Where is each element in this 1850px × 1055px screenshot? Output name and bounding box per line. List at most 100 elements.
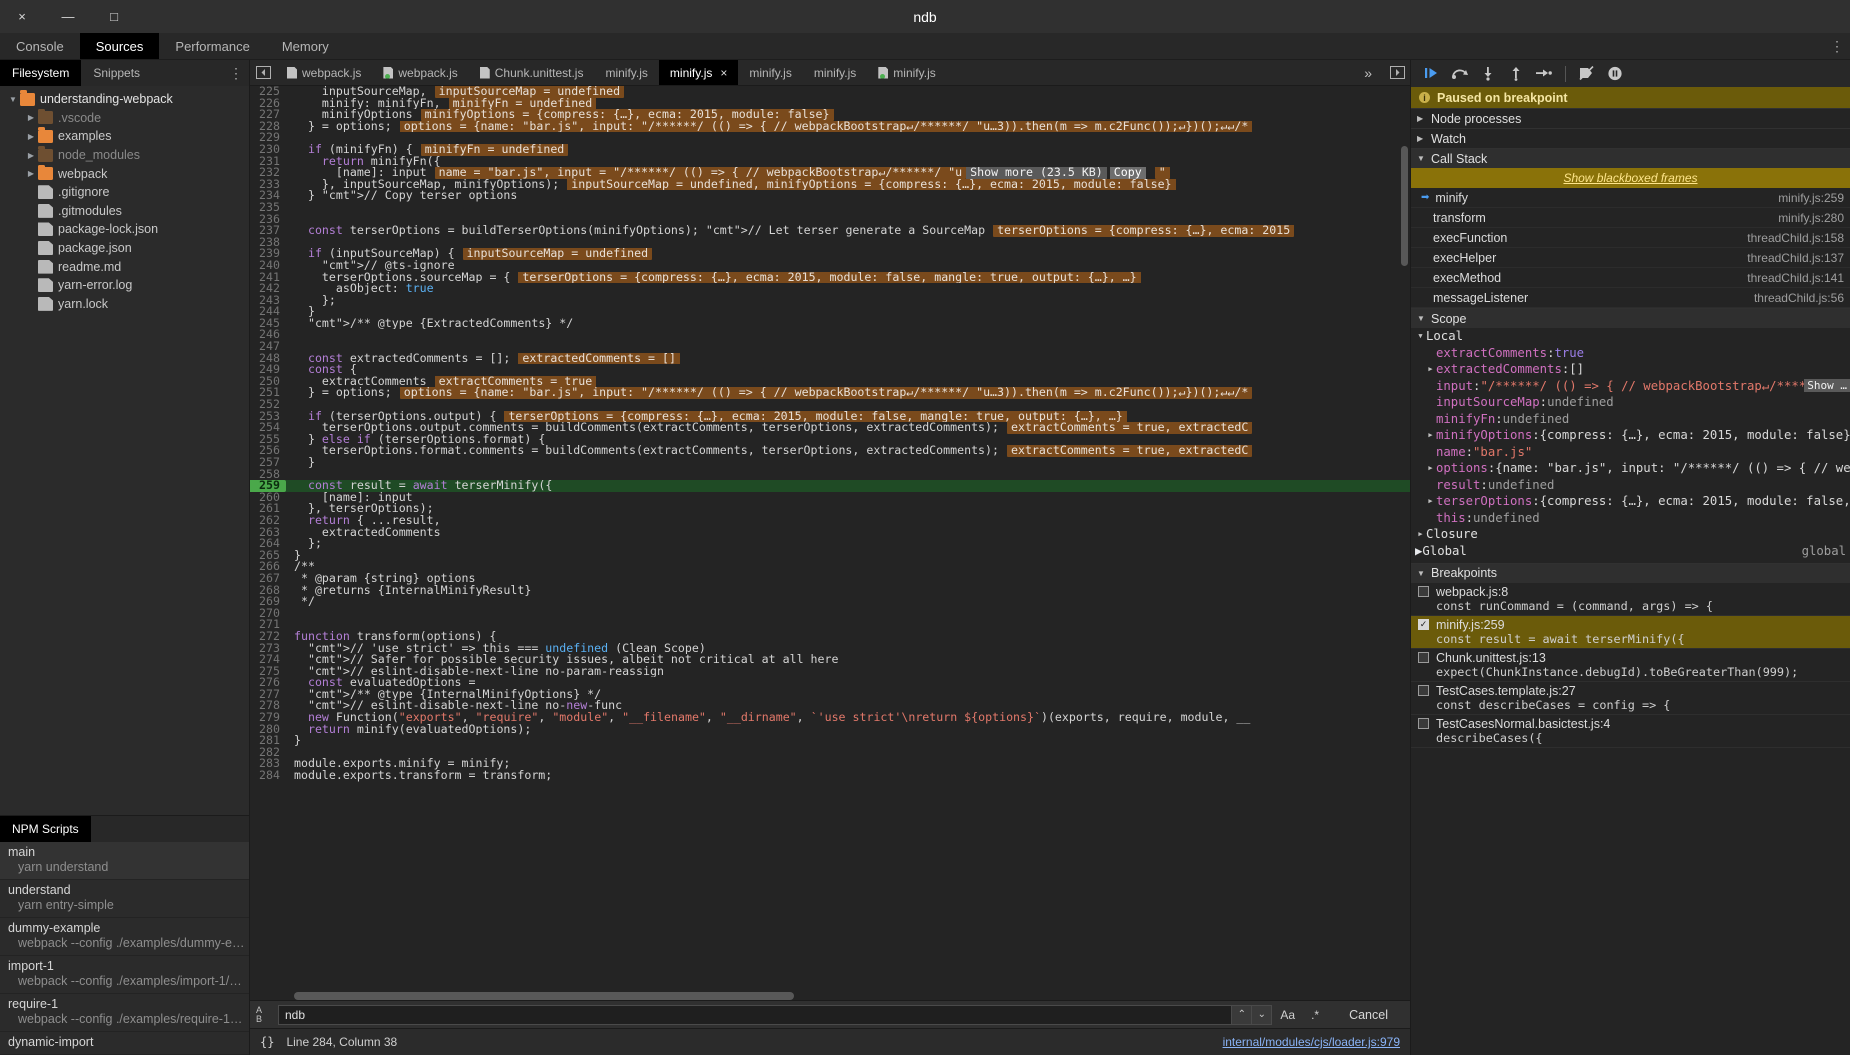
scope-variable-row[interactable]: inputSourceMap: undefined (1411, 394, 1850, 411)
source-tab[interactable]: minify.js (594, 60, 658, 85)
source-tab[interactable]: webpack.js (372, 60, 468, 85)
code-line[interactable]: 277 "cmt">/** @type {InternalMinifyOptio… (250, 689, 1410, 701)
scope-variable-row[interactable]: extractComments: true (1411, 345, 1850, 362)
file-tree-row[interactable]: yarn-error.log (0, 276, 249, 295)
code-line[interactable]: 280 return minify(evaluatedOptions); (250, 724, 1410, 736)
file-tree-row[interactable]: ▶node_modules (0, 146, 249, 165)
source-tab[interactable]: minify.js× (659, 60, 738, 85)
code-line[interactable]: 266/** (250, 561, 1410, 573)
scope-variable-row[interactable]: ▶extractedComments: [] (1411, 361, 1850, 378)
code-line[interactable]: 282 (250, 747, 1410, 759)
file-tree-row[interactable]: package-lock.json (0, 220, 249, 239)
breakpoint-item[interactable]: Chunk.unittest.js:13expect(ChunkInstance… (1411, 649, 1850, 682)
chevron-right-icon[interactable]: ▶ (1425, 497, 1436, 505)
code-line[interactable]: 283module.exports.minify = minify; (250, 758, 1410, 770)
step-out-button[interactable] (1503, 63, 1529, 85)
breakpoint-checkbox[interactable] (1418, 619, 1429, 630)
chevron-right-icon[interactable]: ▶ (24, 113, 38, 122)
code-view[interactable]: 225 inputSourceMap,inputSourceMap = unde… (250, 86, 1410, 1000)
code-line[interactable]: 271 (250, 619, 1410, 631)
minimize-icon[interactable]: — (58, 7, 78, 27)
editor-vertical-scrollbar[interactable] (1401, 146, 1408, 266)
scope-group-local[interactable]: ▼ Local (1411, 328, 1850, 345)
code-line[interactable]: 229 (250, 132, 1410, 144)
source-tabs-overflow-icon[interactable]: » (1352, 60, 1384, 85)
scope-variable-row[interactable]: minifyFn: undefined (1411, 411, 1850, 428)
npm-script-item[interactable]: import-1webpack --config ./examples/impo… (0, 956, 249, 994)
chevron-right-icon[interactable]: ▶ (1425, 365, 1436, 373)
breakpoint-checkbox[interactable] (1418, 718, 1429, 729)
copy-button[interactable]: Copy (1110, 167, 1146, 179)
code-line[interactable]: 250 extractCommentsextractComments = tru… (250, 376, 1410, 388)
call-stack-frame[interactable]: execMethodthreadChild.js:141 (1411, 268, 1850, 288)
code-line[interactable]: 278 "cmt">// eslint-disable-next-line no… (250, 700, 1410, 712)
file-tree-row[interactable]: readme.md (0, 257, 249, 276)
navigator-kebab-menu-icon[interactable]: ⋮ (223, 60, 249, 86)
search-prev-icon[interactable]: ⌃ (1232, 1005, 1252, 1025)
code-line[interactable]: 276 const evaluatedOptions = (250, 677, 1410, 689)
section-watch[interactable]: ▶ Watch (1411, 128, 1850, 148)
scope-group-global[interactable]: ▶ Global global (1411, 543, 1850, 560)
toggle-debugger-icon[interactable] (1384, 60, 1410, 85)
show-blackboxed-frames-bar[interactable]: Show blackboxed frames (1411, 168, 1850, 188)
call-stack-frame[interactable]: transformminify.js:280 (1411, 208, 1850, 228)
code-line[interactable]: 242 asObject: true (250, 283, 1410, 295)
code-line[interactable]: 244 } (250, 306, 1410, 318)
source-tab[interactable]: minify.js (738, 60, 802, 85)
code-line[interactable]: 273 "cmt">// 'use strict' => this === un… (250, 643, 1410, 655)
code-line[interactable]: 225 inputSourceMap,inputSourceMap = unde… (250, 86, 1410, 98)
code-line[interactable]: 230 if (minifyFn) {minifyFn = undefined (250, 144, 1410, 156)
source-tab[interactable]: webpack.js (276, 60, 372, 85)
tab-memory[interactable]: Memory (266, 33, 345, 59)
npm-script-item[interactable]: understandyarn entry-simple (0, 880, 249, 918)
code-line[interactable]: 235 (250, 202, 1410, 214)
code-line[interactable]: 232 [name]: inputname = "bar.js", input … (250, 167, 1410, 179)
code-line[interactable]: 260 [name]: input (250, 492, 1410, 504)
scope-variable-row[interactable]: ▶options: {name: "bar.js", input: "/****… (1411, 460, 1850, 477)
pretty-print-icon[interactable]: {} (260, 1035, 274, 1049)
file-tree-row[interactable]: ▶examples (0, 127, 249, 146)
source-tab[interactable]: minify.js (803, 60, 867, 85)
source-origin-link[interactable]: internal/modules/cjs/loader.js:979 (1223, 1035, 1400, 1049)
step-into-button[interactable] (1475, 63, 1501, 85)
maximize-icon[interactable]: □ (104, 7, 124, 27)
close-tab-icon[interactable]: × (720, 66, 727, 80)
resume-button[interactable] (1419, 63, 1445, 85)
npm-script-item[interactable]: dummy-examplewebpack --config ./examples… (0, 918, 249, 956)
code-line[interactable]: 227 minifyOptionsminifyOptions = {compre… (250, 109, 1410, 121)
call-stack-frame[interactable]: messageListenerthreadChild.js:56 (1411, 288, 1850, 308)
code-line[interactable]: 275 "cmt">// eslint-disable-next-line no… (250, 666, 1410, 678)
file-tree-row[interactable]: .gitignore (0, 183, 249, 202)
breakpoint-checkbox[interactable] (1418, 685, 1429, 696)
code-line[interactable]: 261 }, terserOptions); (250, 503, 1410, 515)
scope-variable-row[interactable]: input: "/******/ (() => { // webpackBoot… (1411, 378, 1850, 395)
regex-toggle[interactable]: .* (1303, 1005, 1327, 1025)
code-line[interactable]: 249 const { (250, 364, 1410, 376)
npm-script-item[interactable]: mainyarn understand (0, 842, 249, 880)
call-stack-frame[interactable]: execFunctionthreadChild.js:158 (1411, 228, 1850, 248)
code-line[interactable]: 252 (250, 399, 1410, 411)
editor-horizontal-scrollbar[interactable] (294, 992, 794, 1000)
npm-script-item[interactable]: require-1webpack --config ./examples/req… (0, 994, 249, 1032)
code-line[interactable]: 270 (250, 608, 1410, 620)
code-line-paused[interactable]: 259 const result = await terserMinify({ (250, 480, 1410, 492)
chevron-right-icon[interactable]: ▶ (24, 151, 38, 160)
show-blackboxed-frames-link[interactable]: Show blackboxed frames (1563, 171, 1697, 185)
call-stack-frame[interactable]: ➡minifyminify.js:259 (1411, 188, 1850, 208)
code-line[interactable]: 256 terserOptions.format.comments = buil… (250, 445, 1410, 457)
editor-area[interactable]: 225 inputSourceMap,inputSourceMap = unde… (250, 86, 1410, 1000)
code-line[interactable]: 226 minify: minifyFn,minifyFn = undefine… (250, 98, 1410, 110)
line-number[interactable]: 284 (250, 770, 286, 782)
breakpoint-checkbox[interactable] (1418, 652, 1429, 663)
code-line[interactable]: 246 (250, 329, 1410, 341)
match-case-toggle[interactable]: Aa (1272, 1005, 1303, 1025)
scope-variable-row[interactable]: result: undefined (1411, 477, 1850, 494)
show-more-value-button[interactable]: Show … (1804, 379, 1850, 392)
code-line[interactable]: 251 } = options;options = {name: "bar.js… (250, 387, 1410, 399)
code-line[interactable]: 264 }; (250, 538, 1410, 550)
code-line[interactable]: 238 (250, 237, 1410, 249)
deactivate-breakpoints-button[interactable] (1574, 63, 1600, 85)
tab-performance[interactable]: Performance (159, 33, 265, 59)
code-line[interactable]: 267 * @param {string} options (250, 573, 1410, 585)
file-tree-row[interactable]: yarn.lock (0, 295, 249, 314)
